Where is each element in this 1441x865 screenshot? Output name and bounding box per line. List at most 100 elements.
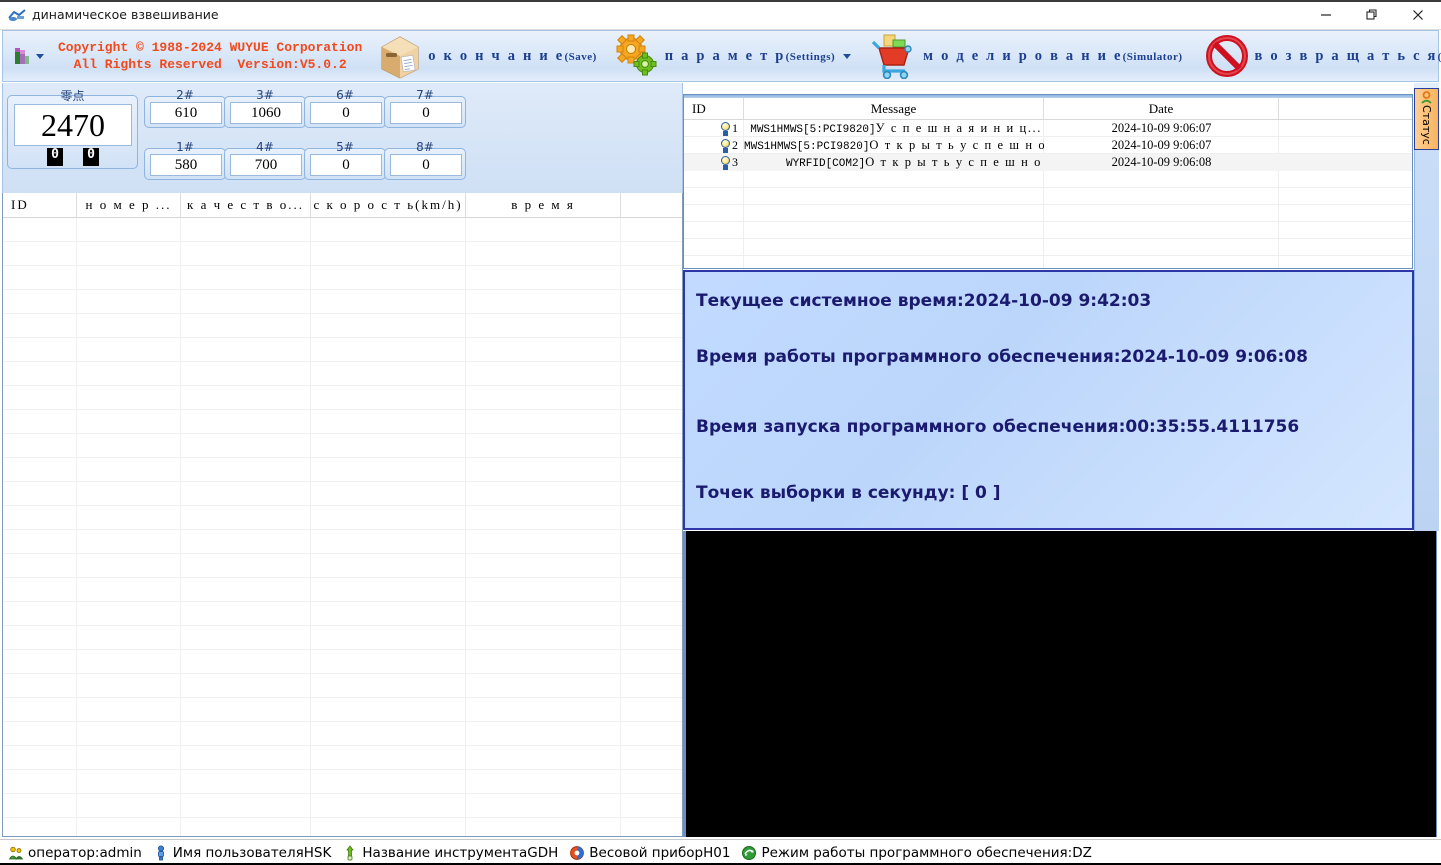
table-row[interactable] [3, 386, 682, 410]
table-row[interactable] [3, 770, 682, 794]
channel-caption: 6# [331, 88, 359, 102]
column-header-id[interactable]: ID [3, 193, 77, 217]
table-cell [621, 506, 682, 529]
table-cell [466, 434, 621, 457]
table-row[interactable] [3, 410, 682, 434]
operator-icon [8, 845, 24, 861]
table-row[interactable] [3, 578, 682, 602]
app-menu-button[interactable] [13, 46, 44, 66]
table-cell [3, 314, 77, 337]
table-cell [311, 530, 466, 553]
table-cell [77, 602, 181, 625]
table-cell [181, 602, 311, 625]
table-row[interactable] [3, 362, 682, 386]
table-row[interactable] [3, 434, 682, 458]
table-row[interactable] [3, 458, 682, 482]
simulator-button[interactable]: м о д е л и р о в а н и е(Simulator) [863, 31, 1190, 81]
table-row[interactable] [3, 626, 682, 650]
table-cell [466, 770, 621, 793]
column-header-message[interactable]: Message [744, 98, 1044, 119]
table-row[interactable] [3, 746, 682, 770]
minimize-button[interactable] [1303, 0, 1349, 30]
table-cell [621, 698, 682, 721]
channel-value: 610 [150, 102, 222, 124]
table-row[interactable] [3, 266, 682, 290]
column-header-number[interactable]: н о м е р ... [77, 193, 181, 217]
table-row[interactable] [3, 794, 682, 818]
table-row[interactable] [3, 482, 682, 506]
column-header-date[interactable]: Date [1044, 98, 1279, 119]
table-cell [466, 314, 621, 337]
save-button[interactable]: о к о н ч а н и е(Save) [370, 31, 605, 81]
table-cell [621, 314, 682, 337]
status-tab[interactable]: Статус [1414, 88, 1439, 150]
column-header-blank[interactable] [1279, 98, 1412, 119]
chevron-down-icon[interactable] [843, 54, 851, 59]
table-row[interactable] [3, 530, 682, 554]
table-cell [77, 770, 181, 793]
message-row[interactable]: 1MWS1HMWS[5:PCI9820]У с п е ш н а я и н … [684, 120, 1412, 137]
settings-button[interactable]: п а р а м е т р(Settings) [605, 31, 859, 81]
channel-caption: 4# [251, 140, 279, 154]
copyright-line-2: All Rights Reserved Version:V5.0.2 [74, 57, 347, 72]
table-cell [466, 746, 621, 769]
grid-line-row [684, 256, 1412, 269]
table-row[interactable] [3, 698, 682, 722]
table-cell [466, 242, 621, 265]
column-header-blank[interactable] [621, 193, 682, 217]
table-row[interactable] [3, 818, 682, 837]
table-cell [311, 770, 466, 793]
table-cell [3, 410, 77, 433]
grid-line-cell [1279, 239, 1412, 255]
table-cell [311, 626, 466, 649]
table-row[interactable] [3, 650, 682, 674]
bulb-icon [720, 156, 731, 170]
message-row[interactable]: 3WYRFID[COM2]О т к р ы т ь у с п е ш н о… [684, 154, 1412, 171]
table-row[interactable] [3, 218, 682, 242]
table-cell [77, 794, 181, 817]
table-row[interactable] [3, 674, 682, 698]
column-header-speed[interactable]: с к о р о с т ь(km/h) [311, 193, 466, 217]
table-row[interactable] [3, 554, 682, 578]
table-cell [621, 482, 682, 505]
copyright-text: Copyright © 1988-2024 WUYUE Corporation … [58, 39, 362, 73]
maximize-button[interactable] [1349, 0, 1395, 30]
table-row[interactable] [3, 290, 682, 314]
message-log-grid[interactable]: ID Message Date 1MWS1HMWS[5:PCI9820]У с … [683, 94, 1413, 269]
exit-button[interactable]: в о з в р а щ а т ь с я(Exit) [1197, 31, 1441, 81]
records-table[interactable]: ID н о м е р ... к а ч е с т в о... с к … [2, 193, 683, 837]
table-row[interactable] [3, 506, 682, 530]
table-cell [77, 698, 181, 721]
table-cell [621, 722, 682, 745]
channel-group-3: 3# 1060 [224, 96, 306, 128]
grid-line-cell [744, 256, 1044, 269]
waveform-display[interactable] [683, 531, 1437, 837]
table-cell [3, 506, 77, 529]
message-row[interactable]: 2MWS1HMWS[5:PCI9820]О т к р ы т ь у с п … [684, 137, 1412, 154]
table-cell [181, 482, 311, 505]
table-row[interactable] [3, 314, 682, 338]
grid-line-cell [684, 239, 744, 255]
table-row[interactable] [3, 722, 682, 746]
table-cell [3, 722, 77, 745]
table-row[interactable] [3, 242, 682, 266]
table-cell [621, 650, 682, 673]
table-row[interactable] [3, 338, 682, 362]
table-cell [466, 626, 621, 649]
column-header-time[interactable]: в р е м я [466, 193, 621, 217]
message-id-text: 3 [732, 155, 738, 170]
column-header-id[interactable]: ID [684, 98, 744, 119]
table-cell [466, 506, 621, 529]
column-header-quality[interactable]: к а ч е с т в о... [181, 193, 311, 217]
table-row[interactable] [3, 602, 682, 626]
grid-line-cell [684, 171, 744, 187]
table-cell [466, 794, 621, 817]
status-operator-label: оператор:admin [28, 845, 142, 861]
close-button[interactable] [1395, 0, 1441, 30]
table-cell [311, 434, 466, 457]
gears-icon [613, 34, 659, 78]
table-cell [181, 794, 311, 817]
table-cell [466, 362, 621, 385]
message-id-text: 1 [732, 121, 738, 136]
message-body: О т к р ы т ь у с п е ш н о [865, 155, 1042, 169]
